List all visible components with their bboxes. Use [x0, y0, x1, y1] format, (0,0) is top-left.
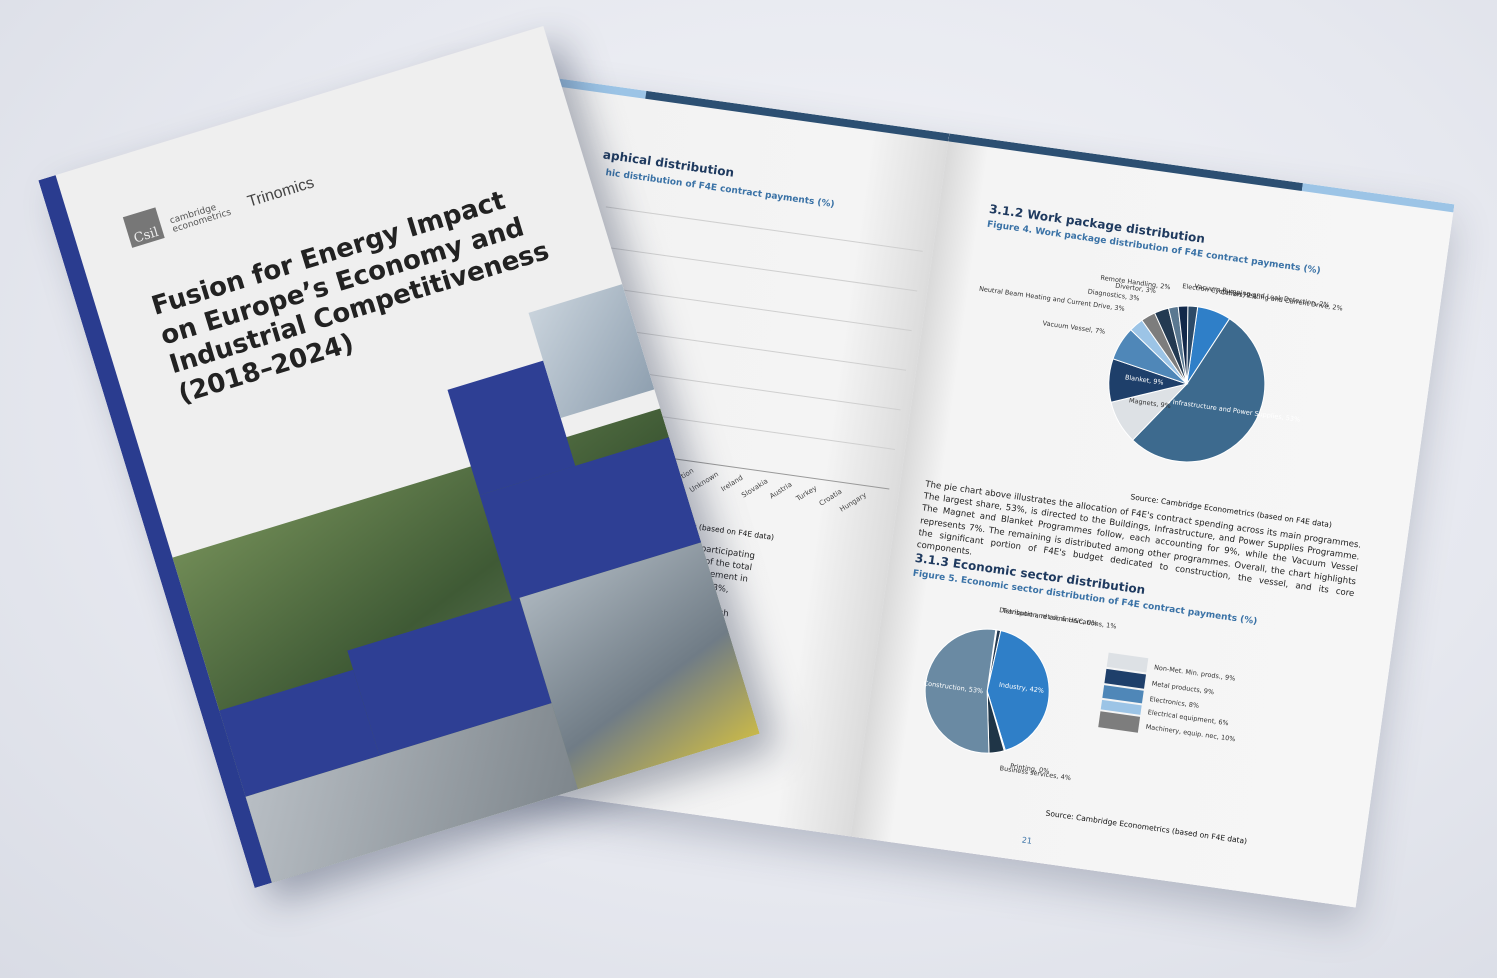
x-axis-label: Turkey — [795, 484, 819, 503]
trinomics-logo: Trinomics — [246, 174, 317, 211]
breakdown-bar-segment — [1107, 653, 1149, 673]
csil-logo: Csil — [123, 207, 165, 248]
right-page: 3.1.2 Work package distribution Figure 4… — [851, 133, 1455, 907]
slice-label: Vacuum Vessel, 7% — [1042, 319, 1106, 336]
page-number: 21 — [1021, 835, 1032, 845]
breakdown-label: Non-Met. Min. prods., 9% — [1154, 663, 1236, 682]
slice-label: Vacuum Pumping and Leak Detection, 2% — [1194, 282, 1330, 309]
x-axis-label: Austria — [769, 481, 794, 501]
work-package-pie-chart: Others, 7%Buildings Infrastructure and P… — [944, 233, 1392, 519]
breakdown-label: Metal products, 9% — [1151, 680, 1214, 697]
economic-sector-pie-chart: Distribution, retail, & H&C, 0%Transport… — [883, 585, 1347, 844]
cambridge-econometrics-logo: cambridge econometrics — [169, 197, 241, 235]
partner-logos: Csil cambridge econometrics Trinomics — [123, 161, 317, 248]
slice-label: Transport and communications, 1% — [1001, 606, 1117, 630]
breakdown-bar-segment — [1104, 669, 1146, 689]
page-top-bar — [948, 133, 1454, 212]
x-axis-label: Ireland — [719, 474, 744, 494]
breakdown-bar-segment — [1098, 711, 1140, 732]
breakdown-label: Electronics, 8% — [1149, 695, 1200, 710]
breakdown-bar-segment — [1102, 685, 1143, 703]
